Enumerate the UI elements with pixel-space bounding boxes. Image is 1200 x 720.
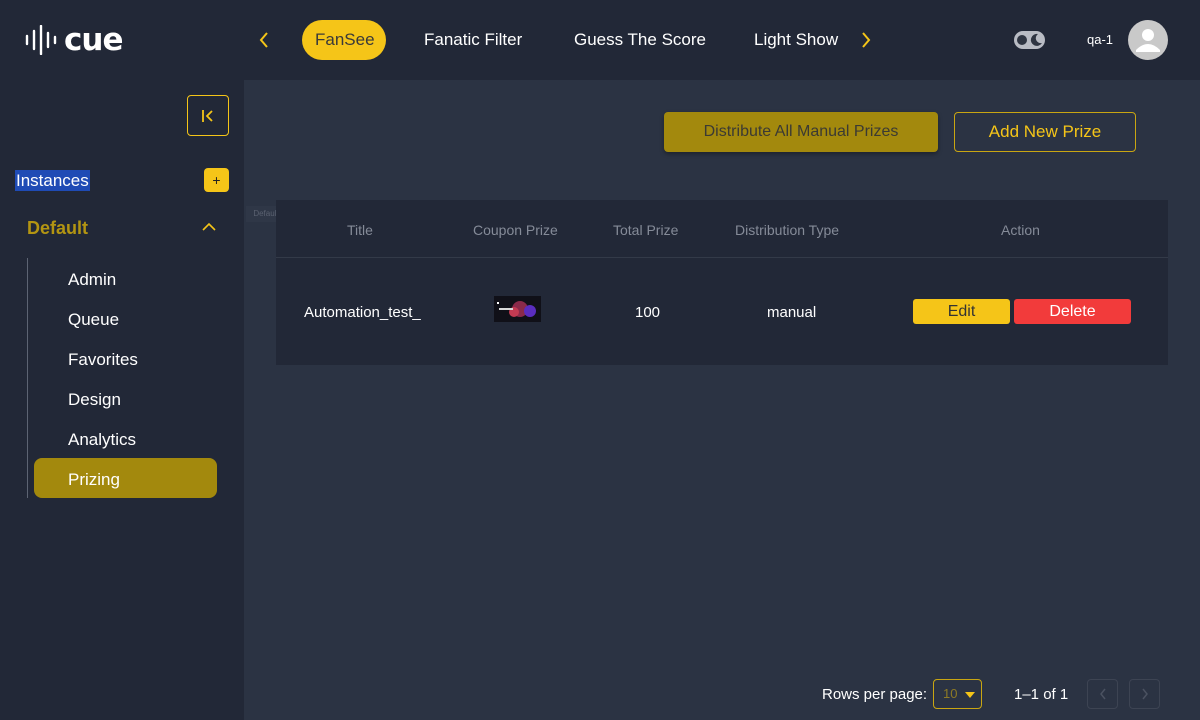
avatar[interactable]: [1128, 20, 1168, 60]
column-header-total-prize: Total Prize: [613, 222, 679, 238]
cue-logo[interactable]: cue: [24, 22, 123, 58]
collapse-left-icon: [202, 109, 213, 122]
rows-per-page-select[interactable]: 10: [933, 679, 982, 709]
coupon-image-icon: [494, 296, 541, 322]
column-header-distribution-type: Distribution Type: [735, 222, 840, 238]
next-page-button[interactable]: [1129, 679, 1160, 709]
tab-fanatic-filter[interactable]: Fanatic Filter: [424, 20, 522, 60]
sidebar-item-queue[interactable]: Queue: [68, 310, 119, 330]
logo-text: cue: [64, 22, 123, 58]
tab-fansee[interactable]: FanSee: [302, 20, 386, 60]
tab-light-show[interactable]: Light Show: [754, 20, 838, 60]
add-new-prize-button[interactable]: Add New Prize: [954, 112, 1136, 152]
sidebar-item-favorites[interactable]: Favorites: [68, 350, 138, 370]
group-default-label[interactable]: Default: [27, 218, 88, 239]
previous-page-button[interactable]: [1087, 679, 1118, 709]
tab-guess-the-score[interactable]: Guess The Score: [574, 20, 706, 60]
sidebar-item-prizing[interactable]: Prizing: [68, 470, 120, 490]
sidebar-item-analytics[interactable]: Analytics: [68, 430, 136, 450]
tabs-prev-button[interactable]: [250, 26, 278, 54]
sidebar-item-design[interactable]: Design: [68, 390, 121, 410]
user-name: qa-1: [1087, 32, 1114, 47]
active-item-highlight: [34, 458, 217, 498]
coupon-thumbnail[interactable]: [494, 296, 541, 322]
sidebar-item-admin[interactable]: Admin: [68, 270, 116, 290]
sidebar: Instances + Default Admin Queue Favorite…: [0, 80, 244, 720]
cell-title: Automation_test_: [304, 304, 421, 321]
rows-per-page-label: Rows per page:: [822, 686, 928, 703]
soundwave-logo-icon: [25, 25, 57, 55]
chevron-right-icon: [862, 32, 871, 48]
header-divider: [276, 257, 1168, 258]
collapse-sidebar-button[interactable]: [187, 95, 229, 136]
top-bar: cue FanSee Fanatic Filter Guess The Scor…: [0, 0, 1200, 80]
chevron-up-icon[interactable]: [201, 222, 217, 232]
distribute-all-button[interactable]: Distribute All Manual Prizes: [664, 112, 938, 152]
rows-per-page-value: 10: [943, 686, 958, 701]
pagination-range: 1–1 of 1: [1014, 686, 1069, 703]
edit-button[interactable]: Edit: [913, 299, 1010, 324]
instances-label: Instances: [15, 170, 90, 191]
column-header-title: Title: [347, 222, 373, 238]
user-icon: [1136, 29, 1160, 52]
theme-toggle[interactable]: [1014, 31, 1045, 49]
tree-line: [27, 258, 28, 498]
toggle-knob: [1017, 35, 1027, 45]
column-header-coupon-prize: Coupon Prize: [473, 222, 558, 238]
add-instance-button[interactable]: +: [204, 168, 229, 192]
caret-down-icon: [965, 692, 975, 698]
chevron-right-icon: [1141, 688, 1148, 700]
cell-total-prize: 100: [635, 304, 661, 321]
delete-button[interactable]: Delete: [1014, 299, 1131, 324]
cell-distribution-type: manual: [767, 304, 817, 321]
prizes-table: Title Coupon Prize Total Prize Distribut…: [276, 200, 1168, 365]
column-header-action: Action: [1001, 222, 1040, 238]
moon-icon: [1030, 33, 1042, 46]
chevron-left-icon: [1099, 688, 1106, 700]
tabs-next-button[interactable]: [852, 26, 880, 54]
chevron-left-icon: [259, 32, 268, 48]
